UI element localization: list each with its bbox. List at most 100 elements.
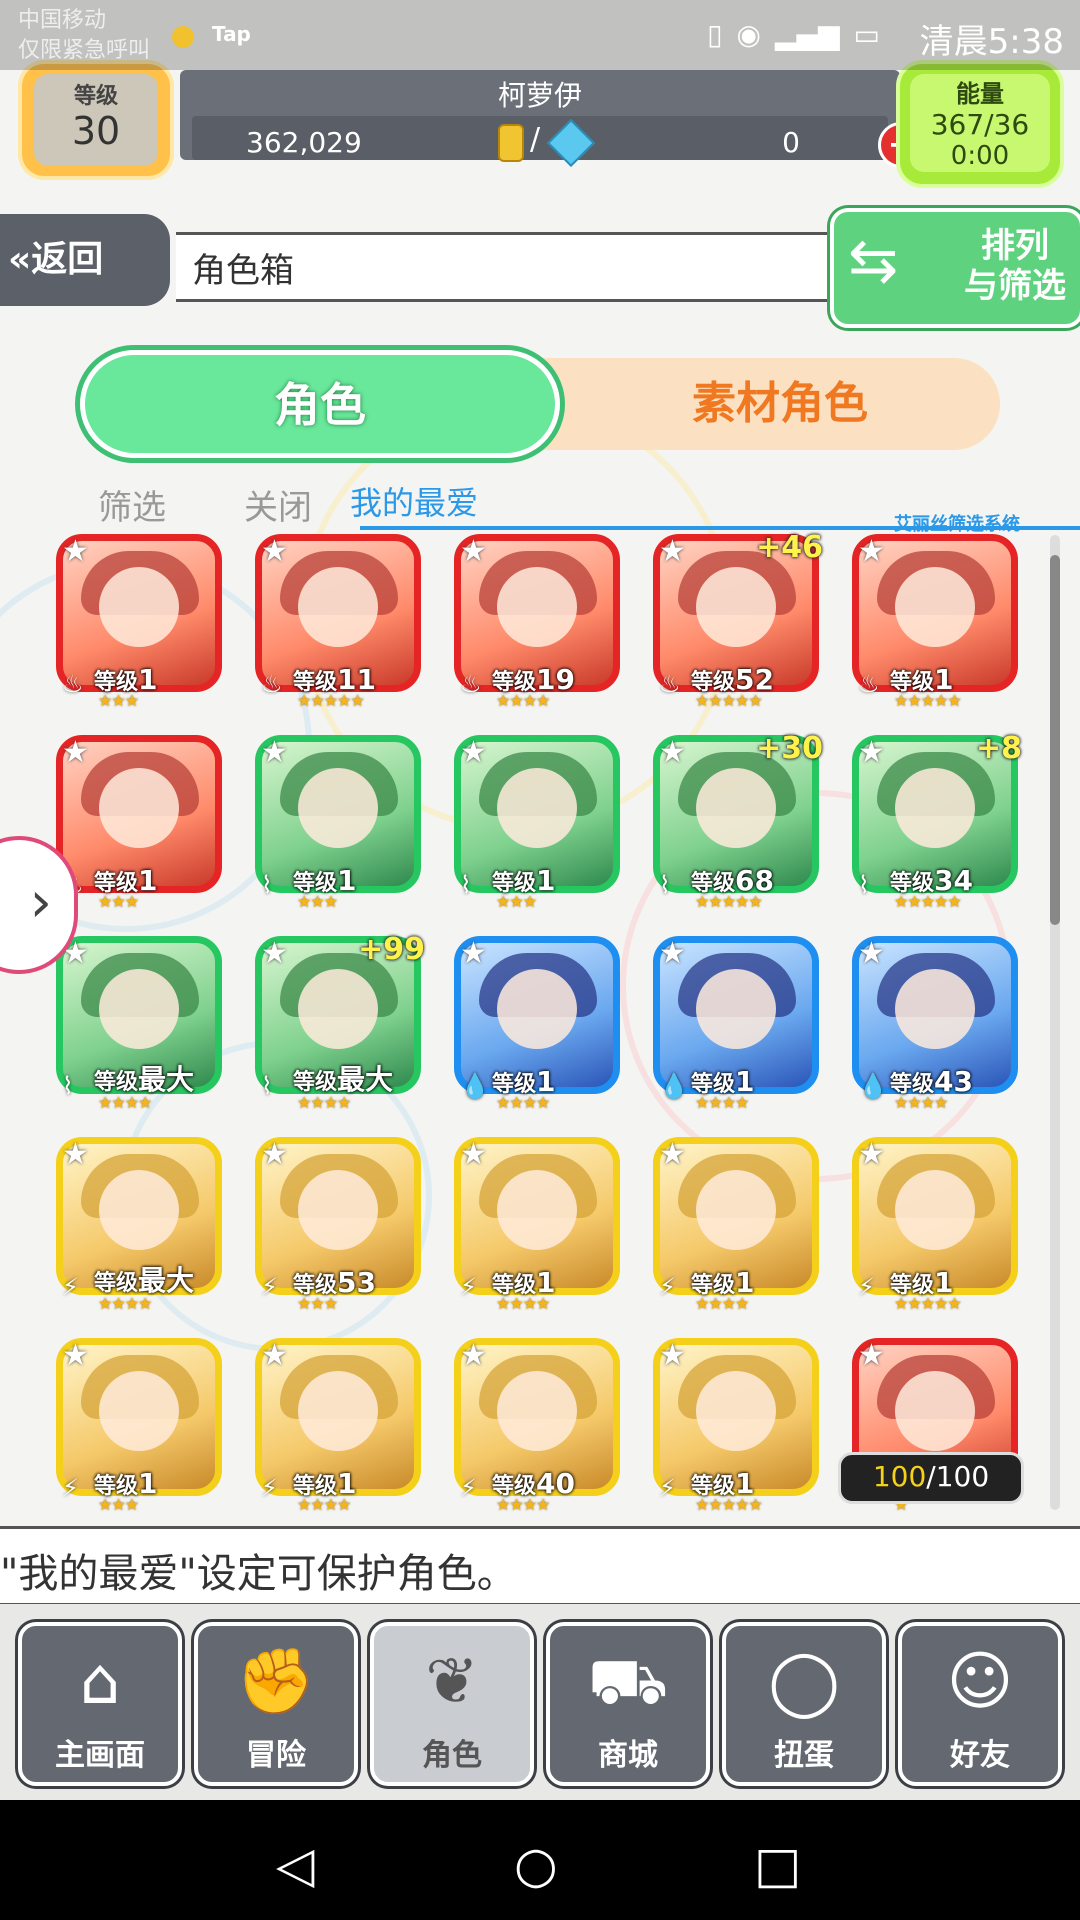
sort-label: 排列 bbox=[981, 226, 1049, 266]
fire-element-icon: ♨ bbox=[460, 670, 482, 698]
system-nav-bar: ◁ ○ □ bbox=[0, 1800, 1080, 1920]
home-circle-icon[interactable]: ○ bbox=[514, 1836, 558, 1894]
rarity-stars: ★★★★ bbox=[496, 1294, 550, 1313]
character-card[interactable]: ★ ⌇ 等级最大 ★★★★ bbox=[54, 932, 228, 1112]
character-card[interactable]: ★ ⚡ 等级53 ★★★ bbox=[253, 1133, 427, 1313]
bottom-nav: ⌂ 主画面 ✊ 冒险 ❦ 角色 ⛟ 商城 ◯ 扭蛋 ☺ 好友 bbox=[0, 1604, 1080, 1800]
sort-filter-button[interactable]: ⇆ 排列 与筛选 bbox=[830, 208, 1080, 328]
page-title-bar: 角色箱 bbox=[176, 232, 846, 302]
nav-gacha[interactable]: ◯ 扭蛋 bbox=[722, 1622, 886, 1786]
favorite-star-icon[interactable]: ★ bbox=[261, 534, 288, 569]
level-prefix: 等级 bbox=[94, 1070, 139, 1095]
character-card[interactable]: ★ ⌇ 等级1 ★★★ bbox=[253, 731, 427, 911]
vibrate-icon: ▯ bbox=[707, 18, 723, 51]
favorite-star-icon[interactable]: ★ bbox=[858, 1338, 885, 1373]
nav-friends[interactable]: ☺ 好友 bbox=[898, 1622, 1062, 1786]
favorite-star-icon[interactable]: ★ bbox=[659, 936, 686, 971]
character-card[interactable]: ★ ⚡ 等级1 ★★★★ bbox=[452, 1133, 626, 1313]
favorite-star-icon[interactable]: ★ bbox=[62, 1338, 89, 1373]
favorite-star-icon[interactable]: ★ bbox=[659, 534, 686, 569]
chevron-right-icon: › bbox=[29, 870, 52, 935]
water-element-icon: 💧 bbox=[659, 1072, 689, 1100]
favorite-star-icon[interactable]: ★ bbox=[460, 1338, 487, 1373]
portrait-face bbox=[497, 1170, 577, 1250]
level-number: 53 bbox=[337, 1266, 376, 1299]
character-card[interactable]: ★ ⚡ 等级1 ★★★ bbox=[54, 1334, 228, 1514]
back-triangle-icon[interactable]: ◁ bbox=[276, 1836, 314, 1894]
grid-scrollbar[interactable] bbox=[1050, 535, 1060, 1510]
rarity-stars: ★★★ bbox=[98, 1495, 139, 1514]
character-card[interactable]: ★ ⚡ 等级1 ★★★★ bbox=[253, 1334, 427, 1514]
favorite-star-icon[interactable]: ★ bbox=[62, 735, 89, 770]
character-card[interactable]: ★♨等级1★★★ bbox=[54, 530, 228, 710]
portrait-face bbox=[696, 1371, 776, 1451]
favorite-star-icon[interactable]: ★ bbox=[62, 534, 89, 569]
character-card[interactable]: ★ +8 ⌇ 等级34 ★★★★★ bbox=[850, 731, 1024, 911]
character-card[interactable]: ★ +30 ⌇ 等级68 ★★★★★ bbox=[651, 731, 825, 911]
favorite-star-icon[interactable]: ★ bbox=[659, 735, 686, 770]
tab-characters[interactable]: 角色 bbox=[80, 350, 560, 458]
thunder-element-icon: ⚡ bbox=[62, 1474, 79, 1502]
favorite-star-icon[interactable]: ★ bbox=[62, 1137, 89, 1172]
favorite-star-icon[interactable]: ★ bbox=[858, 1137, 885, 1172]
recents-square-icon[interactable]: □ bbox=[754, 1836, 801, 1894]
favorite-star-icon[interactable]: ★ bbox=[261, 735, 288, 770]
character-card[interactable]: ★ ⚡ 等级40 ★★★★ bbox=[452, 1334, 626, 1514]
character-card[interactable]: ★ ⚡ 等级最大 ★★★★ bbox=[54, 1133, 228, 1313]
nav-home[interactable]: ⌂ 主画面 bbox=[18, 1622, 182, 1786]
character-card[interactable]: ★ ⚡ 等级1 ★★★★★ bbox=[651, 1334, 825, 1514]
portrait-face bbox=[298, 969, 378, 1049]
water-element-icon: 💧 bbox=[460, 1072, 490, 1100]
thunder-element-icon: ⚡ bbox=[659, 1474, 676, 1502]
character-card[interactable]: ★ +99 ⌇ 等级最大 ★★★★ bbox=[253, 932, 427, 1112]
character-card[interactable]: ★♨等级1★★★ bbox=[54, 731, 228, 911]
character-card[interactable]: ★ ♨ 等级1 ★★★★★ bbox=[850, 530, 1024, 710]
nav-home-label: 主画面 bbox=[55, 1738, 145, 1773]
back-button[interactable]: «返回 bbox=[0, 214, 170, 306]
favorite-star-icon[interactable]: ★ bbox=[261, 936, 288, 971]
character-card[interactable]: ★ ⚡ 等级1 ★★★★ bbox=[651, 1133, 825, 1313]
rarity-stars: ★★★ bbox=[98, 691, 139, 710]
favorite-star-icon[interactable]: ★ bbox=[460, 1137, 487, 1172]
favorite-star-icon[interactable]: ★ bbox=[858, 534, 885, 569]
bonus-label: +8 bbox=[975, 731, 1022, 766]
character-card[interactable]: ★ ♨ 等级11 ★★★★★ bbox=[253, 530, 427, 710]
filter-button[interactable]: 筛选 bbox=[98, 480, 166, 529]
favorites-tab[interactable]: 我的最爱 bbox=[350, 478, 478, 524]
tab-material[interactable]: 素材角色 bbox=[500, 358, 1000, 450]
character-card[interactable]: ★ 💧 等级1 ★★★★ bbox=[452, 932, 626, 1112]
energy-badge[interactable]: 能量 367/36 0:00 bbox=[900, 64, 1060, 184]
character-card[interactable]: ★ 💧 等级43 ★★★★ bbox=[850, 932, 1024, 1112]
nav-shop[interactable]: ⛟ 商城 bbox=[546, 1622, 710, 1786]
close-filter-button[interactable]: 关闭 bbox=[244, 480, 312, 529]
character-card[interactable]: ★ ⌇ 等级1 ★★★ bbox=[452, 731, 626, 911]
nav-adventure[interactable]: ✊ 冒险 bbox=[194, 1622, 358, 1786]
signal-icon: ▂▄▆ bbox=[774, 18, 840, 51]
character-card[interactable]: ★ +46 ♨ 等级52 ★★★★★ bbox=[651, 530, 825, 710]
nav-friends-label: 好友 bbox=[950, 1738, 1010, 1773]
character-card[interactable]: ★ ♨ 等级19 ★★★★ bbox=[452, 530, 626, 710]
portrait-face bbox=[696, 969, 776, 1049]
thunder-element-icon: ⚡ bbox=[261, 1474, 278, 1502]
player-name: 柯萝伊 bbox=[497, 79, 582, 112]
favorite-star-icon[interactable]: ★ bbox=[858, 936, 885, 971]
favorite-star-icon[interactable]: ★ bbox=[261, 1137, 288, 1172]
favorite-star-icon[interactable]: ★ bbox=[460, 735, 487, 770]
favorite-star-icon[interactable]: ★ bbox=[460, 534, 487, 569]
eye-icon: ◉ bbox=[736, 18, 761, 51]
favorite-star-icon[interactable]: ★ bbox=[659, 1338, 686, 1373]
scroll-thumb[interactable] bbox=[1050, 555, 1060, 925]
favorite-star-icon[interactable]: ★ bbox=[659, 1137, 686, 1172]
favorite-star-icon[interactable]: ★ bbox=[460, 936, 487, 971]
character-card[interactable]: ★ 💧 等级1 ★★★★ bbox=[651, 932, 825, 1112]
battery-icon: ▭ bbox=[853, 18, 880, 51]
nav-characters[interactable]: ❦ 角色 bbox=[370, 1622, 534, 1786]
fire-element-icon: ♨ bbox=[62, 670, 84, 698]
clock: 清晨5:38 bbox=[919, 22, 1064, 62]
favorite-star-icon[interactable]: ★ bbox=[858, 735, 885, 770]
character-card[interactable]: ★ ⚡ 等级1 ★★★★★ bbox=[850, 1133, 1024, 1313]
portrait-face bbox=[298, 768, 378, 848]
coin-icon bbox=[498, 124, 524, 162]
wind-element-icon: ⌇ bbox=[261, 1072, 273, 1100]
favorite-star-icon[interactable]: ★ bbox=[261, 1338, 288, 1373]
